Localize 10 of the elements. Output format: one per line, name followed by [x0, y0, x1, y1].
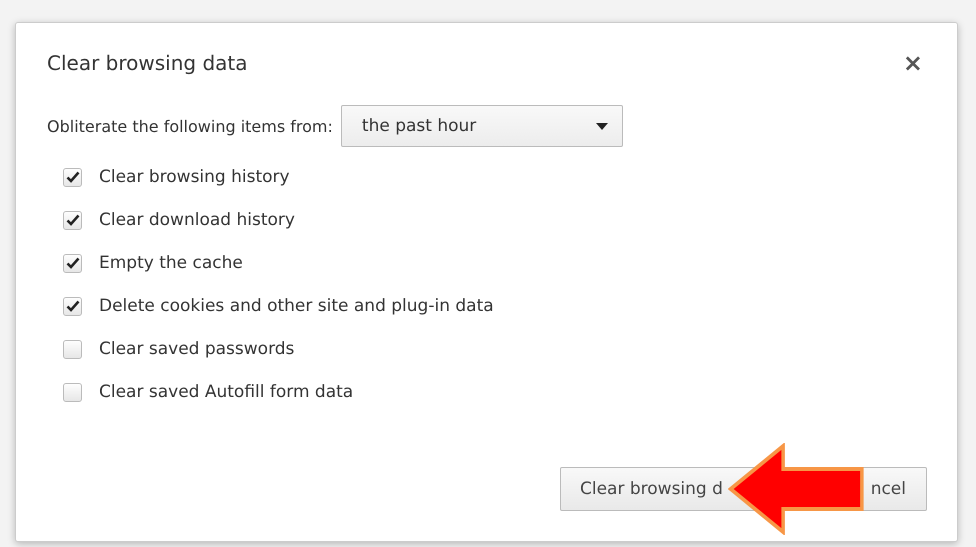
- option-label: Empty the cache: [99, 253, 243, 273]
- option-label: Clear download history: [99, 210, 295, 230]
- close-button[interactable]: ×: [898, 49, 927, 77]
- time-range-dropdown[interactable]: the past hour: [340, 105, 623, 147]
- range-label: Obliterate the following items from:: [47, 116, 333, 136]
- dialog-title: Clear browsing data: [47, 51, 248, 75]
- option-label: Delete cookies and other site and plug-in data: [99, 296, 494, 316]
- option-label: Clear saved passwords: [99, 339, 294, 359]
- option-label: Clear browsing history: [99, 167, 290, 187]
- option-label: Clear saved Autofill form data: [99, 382, 354, 402]
